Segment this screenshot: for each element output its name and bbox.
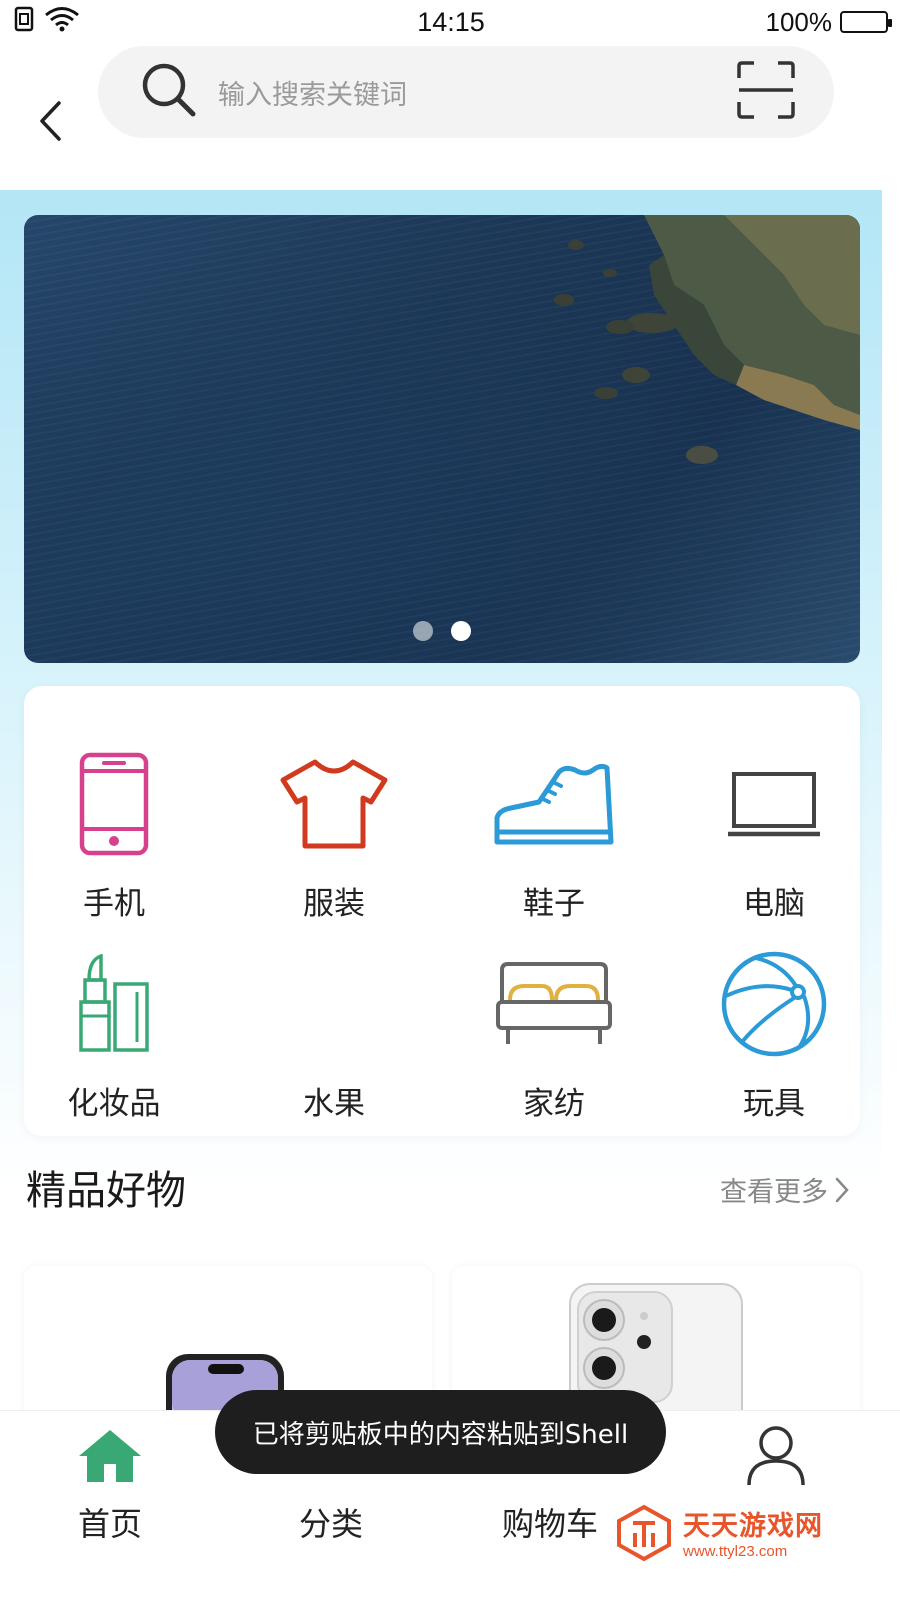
category-label: 玩具: [743, 1086, 805, 1122]
carousel-indicator: [24, 621, 860, 641]
wifi-icon: [44, 6, 80, 39]
search-icon: [140, 61, 198, 123]
fruit-icon: [269, 944, 399, 1064]
battery-percent: 100%: [765, 6, 832, 37]
status-icons-left: [14, 6, 214, 39]
status-icons-right: 100%: [688, 6, 892, 38]
nav-label: 分类: [298, 1505, 363, 1543]
nav-label: 购物车: [501, 1505, 598, 1543]
nav-item-home[interactable]: 首页: [10, 1421, 210, 1545]
watermark: 天天游戏网 www.ttyl23.com: [615, 1500, 895, 1564]
category-item-fruit[interactable]: 水果: [234, 944, 434, 1144]
tshirt-icon: [269, 744, 399, 864]
watermark-url: www.ttyl23.com: [683, 1543, 788, 1560]
see-more-label: 查看更多: [720, 1177, 828, 1208]
bed-icon: [489, 944, 619, 1064]
scan-icon[interactable]: [736, 60, 796, 124]
home-icon: [75, 1421, 145, 1491]
laptop-icon: [709, 744, 839, 864]
category-item-clothing[interactable]: 服装: [234, 744, 434, 944]
nav-item-profile[interactable]: [676, 1421, 876, 1491]
section-title: 精品好物: [26, 1168, 186, 1214]
sim-icon: [14, 6, 36, 39]
category-label: 水果: [303, 1086, 365, 1122]
category-item-home-textile[interactable]: 家纺: [454, 944, 654, 1144]
ball-icon: [709, 944, 839, 1064]
category-label: 电脑: [743, 886, 805, 922]
back-button[interactable]: [30, 96, 70, 146]
status-bar: 14:15 100%: [0, 0, 900, 44]
carousel-dot[interactable]: [413, 621, 433, 641]
header: 输入搜索关键词: [0, 44, 900, 190]
category-label: 鞋子: [523, 886, 585, 922]
status-time: 14:15: [417, 6, 485, 37]
phone-icon: [49, 744, 179, 864]
category-item-computer[interactable]: 电脑: [674, 744, 874, 944]
chevron-right-icon: [835, 1177, 849, 1202]
category-label: 家纺: [523, 1086, 585, 1122]
toast-message: 已将剪贴板中的内容粘贴到Shell: [215, 1390, 666, 1474]
search-placeholder: 输入搜索关键词: [218, 79, 407, 111]
category-grid: 手机 服装 鞋子 电脑 化妆品 水果 家纺 玩具: [24, 686, 860, 1136]
category-item-phone[interactable]: 手机: [14, 744, 214, 944]
watermark-title: 天天游戏网: [683, 1511, 823, 1542]
user-icon: [741, 1421, 811, 1491]
see-more-link[interactable]: 查看更多: [720, 1170, 850, 1209]
category-label: 服装: [303, 886, 365, 922]
shoe-icon: [489, 744, 619, 864]
category-item-shoes[interactable]: 鞋子: [454, 744, 654, 944]
watermark-logo-icon: [617, 1504, 671, 1561]
battery-icon: [839, 11, 892, 33]
banner-image: [554, 215, 860, 464]
chevron-left-icon: [40, 101, 61, 141]
category-label: 手机: [83, 886, 145, 922]
search-input[interactable]: 输入搜索关键词: [98, 46, 834, 138]
cosmetics-icon: [49, 944, 179, 1064]
banner-carousel[interactable]: [24, 215, 860, 663]
category-item-cosmetics[interactable]: 化妆品: [14, 944, 214, 1144]
carousel-dot-active[interactable]: [451, 621, 471, 641]
category-label: 化妆品: [67, 1086, 161, 1122]
category-item-toys[interactable]: 玩具: [674, 944, 874, 1144]
nav-label: 首页: [77, 1505, 142, 1543]
